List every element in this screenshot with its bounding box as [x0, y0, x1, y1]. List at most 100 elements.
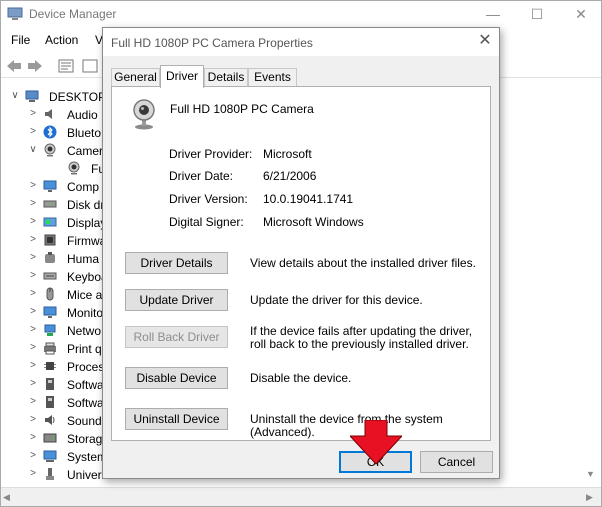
- chevron-right-icon[interactable]: >: [27, 270, 39, 282]
- tree-item-label: Univer: [67, 468, 102, 482]
- driver-details-description: View details about the installed driver …: [250, 256, 476, 270]
- digital-signer-value: Microsoft Windows: [263, 215, 364, 229]
- help-icon[interactable]: [81, 57, 99, 75]
- chevron-right-icon[interactable]: >: [27, 414, 39, 426]
- chevron-right-icon[interactable]: >: [27, 180, 39, 192]
- horizontal-scrollbar[interactable]: ◀ ▶: [1, 487, 601, 506]
- chevron-right-icon[interactable]: >: [27, 252, 39, 264]
- uninstall-device-button[interactable]: Uninstall Device: [125, 408, 228, 430]
- dialog-title: Full HD 1080P PC Camera Properties: [111, 36, 313, 50]
- minimize-icon[interactable]: —: [473, 3, 513, 27]
- scroll-left-icon[interactable]: ◀: [3, 491, 15, 503]
- chevron-right-icon[interactable]: >: [27, 288, 39, 300]
- network-icon: [43, 323, 57, 337]
- roll-back-driver-button: Roll Back Driver: [125, 326, 228, 348]
- dialog-close-icon[interactable]: ✕: [475, 31, 495, 51]
- chevron-right-icon[interactable]: >: [27, 396, 39, 408]
- scroll-right-icon[interactable]: ▶: [586, 491, 598, 503]
- mouse-icon: [43, 287, 57, 301]
- processor-icon: [43, 359, 57, 373]
- chevron-right-icon[interactable]: >: [27, 378, 39, 390]
- system-icon: [43, 449, 57, 463]
- tree-item-label: Mice a: [67, 288, 103, 302]
- tree-item-label: Camer: [67, 144, 104, 158]
- chevron-right-icon[interactable]: >: [27, 306, 39, 318]
- close-icon[interactable]: ✕: [561, 3, 601, 27]
- chevron-right-icon[interactable]: >: [27, 234, 39, 246]
- tree-item-label: Audio: [67, 108, 98, 122]
- cancel-button[interactable]: Cancel: [420, 451, 493, 473]
- tree-item-label: Blueto: [67, 126, 102, 140]
- driver-provider-label: Driver Provider:: [169, 147, 253, 161]
- tree-item-label: Print q: [67, 342, 102, 356]
- driver-version-label: Driver Version:: [169, 192, 248, 206]
- keyboard-icon: [43, 269, 57, 283]
- menu-file[interactable]: File: [11, 33, 30, 47]
- chevron-down-icon[interactable]: ∨: [9, 90, 21, 102]
- usb-icon: [43, 467, 57, 481]
- tab-driver[interactable]: Driver: [160, 65, 204, 88]
- chevron-right-icon[interactable]: >: [27, 342, 39, 354]
- driver-version-value: 10.0.19041.1741: [263, 192, 354, 206]
- disk-icon: [43, 197, 57, 211]
- device-name: Full HD 1080P PC Camera: [170, 102, 314, 116]
- tree-item-label: Softwa: [67, 396, 104, 410]
- roll-back-driver-description: If the device fails after updating the d…: [250, 324, 473, 351]
- device-manager-icon: [7, 7, 23, 21]
- disable-device-button[interactable]: Disable Device: [125, 367, 228, 389]
- menu-action[interactable]: Action: [45, 33, 78, 47]
- chevron-right-icon[interactable]: >: [27, 324, 39, 336]
- maximize-icon[interactable]: ☐: [517, 3, 557, 27]
- tree-item-label: System: [67, 450, 108, 464]
- computer-icon: [25, 89, 39, 103]
- display-adapter-icon: [43, 215, 57, 229]
- tree-item-label: Huma: [67, 252, 100, 266]
- tree-item-label: Softwa: [67, 378, 104, 392]
- tab-strip: General Driver Details Events: [111, 65, 491, 88]
- tree-item-label: Comp: [67, 180, 100, 194]
- bluetooth-icon: [43, 125, 57, 139]
- red-arrow-annotation: [350, 420, 402, 465]
- printer-icon: [43, 341, 57, 355]
- tab-details[interactable]: Details: [204, 68, 248, 87]
- monitor-icon: [43, 179, 57, 193]
- chevron-down-icon[interactable]: ∨: [27, 144, 39, 156]
- driver-date-label: Driver Date:: [169, 169, 234, 183]
- digital-signer-label: Digital Signer:: [169, 215, 244, 229]
- camera-icon: [43, 143, 57, 157]
- tree-item-label: Monito: [67, 306, 104, 320]
- back-arrow-icon[interactable]: [5, 57, 23, 75]
- monitor-icon: [43, 305, 57, 319]
- update-driver-description: Update the driver for this device.: [250, 293, 423, 307]
- webcam-icon: [130, 98, 158, 130]
- tree-item-label: Display: [67, 216, 107, 230]
- chevron-right-icon[interactable]: >: [27, 450, 39, 462]
- chevron-right-icon[interactable]: >: [27, 468, 39, 480]
- chevron-right-icon[interactable]: >: [27, 198, 39, 210]
- tree-item-label: Firmwa: [67, 234, 107, 248]
- tree-item-label: Proces: [67, 360, 105, 374]
- forward-arrow-icon[interactable]: [26, 57, 44, 75]
- tree-item-label: DESKTOP-: [49, 90, 111, 104]
- tree-item-label: Storag: [67, 432, 103, 446]
- driver-date-value: 6/21/2006: [263, 169, 317, 183]
- update-driver-button[interactable]: Update Driver: [125, 289, 228, 311]
- device-manager-title: Device Manager: [29, 7, 117, 21]
- scroll-down-icon[interactable]: ▼: [586, 468, 598, 480]
- chevron-right-icon[interactable]: >: [27, 360, 39, 372]
- tree-item-label: Sound: [67, 414, 102, 428]
- chevron-right-icon[interactable]: >: [27, 108, 39, 120]
- tree-item-label: Netwo: [67, 324, 102, 338]
- tab-general[interactable]: General: [111, 68, 160, 87]
- tree-item-label: Disk dr: [67, 198, 105, 212]
- sound-icon: [43, 413, 57, 427]
- properties-icon[interactable]: [57, 57, 75, 75]
- tab-events[interactable]: Events: [248, 68, 297, 87]
- driver-details-button[interactable]: Driver Details: [125, 252, 228, 274]
- chevron-right-icon[interactable]: >: [27, 126, 39, 138]
- chevron-right-icon[interactable]: >: [27, 216, 39, 228]
- chevron-right-icon[interactable]: >: [27, 432, 39, 444]
- dialog-titlebar: Full HD 1080P PC Camera Properties ✕: [103, 28, 499, 56]
- hid-icon: [43, 251, 57, 265]
- firmware-icon: [43, 233, 57, 247]
